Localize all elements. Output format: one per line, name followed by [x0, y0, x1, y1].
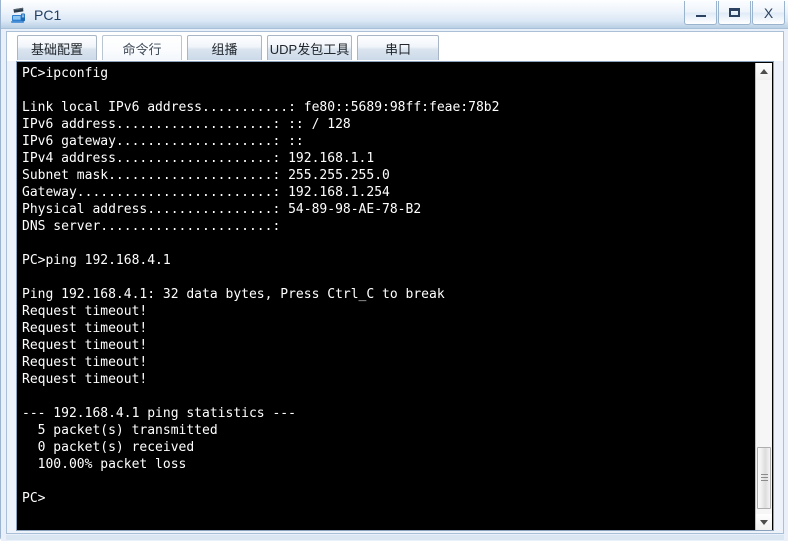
minimize-button[interactable]	[684, 1, 717, 25]
scrollbar-thumb[interactable]	[757, 447, 771, 509]
window-title: PC1	[34, 7, 62, 23]
window-content: 基础配置 命令行 组播 UDP发包工具 串口 PC>ipconfig Link …	[1, 29, 788, 541]
title-bar[interactable]: PC1 X	[1, 0, 788, 29]
tab-command-line[interactable]: 命令行	[102, 35, 182, 60]
minimize-icon	[695, 15, 706, 17]
pc-device-icon	[10, 6, 28, 24]
chevron-up-icon	[760, 69, 768, 74]
console-text: PC>ipconfig Link local IPv6 address.....…	[22, 66, 500, 506]
tab-basic-config[interactable]: 基础配置	[17, 35, 97, 60]
tab-multicast[interactable]: 组播	[187, 35, 262, 60]
console-scrollbar[interactable]	[755, 63, 772, 530]
scrollbar-track[interactable]	[756, 80, 772, 514]
maximize-button[interactable]	[718, 1, 751, 25]
tab-strip: 基础配置 命令行 组播 UDP发包工具 串口	[7, 32, 783, 61]
chevron-down-icon	[760, 520, 768, 525]
title-bar-left: PC1	[10, 4, 61, 26]
grip-icon	[761, 474, 768, 482]
scroll-down-button[interactable]	[756, 514, 772, 530]
tab-label: 基础配置	[30, 41, 83, 57]
window-controls: X	[683, 1, 785, 27]
tab-label: 命令行	[122, 41, 162, 57]
status-bar	[6, 535, 784, 540]
tab-udp-tool[interactable]: UDP发包工具	[267, 35, 352, 60]
maximize-icon	[729, 8, 740, 17]
tab-label: 组播	[211, 41, 238, 57]
pc1-window: PC1 X 基础配置 命令行 组播 UDP发包工具 串口 PC>ipconfig…	[0, 0, 788, 541]
console-output-area[interactable]: PC>ipconfig Link local IPv6 address.....…	[16, 61, 774, 531]
close-button[interactable]: X	[752, 1, 785, 25]
panel: 基础配置 命令行 组播 UDP发包工具 串口 PC>ipconfig Link …	[6, 31, 784, 534]
tab-serial-port[interactable]: 串口	[357, 35, 439, 60]
tab-label: 串口	[384, 41, 411, 57]
tab-label: UDP发包工具	[269, 41, 350, 57]
close-icon: X	[763, 4, 774, 21]
scroll-up-button[interactable]	[756, 63, 772, 80]
